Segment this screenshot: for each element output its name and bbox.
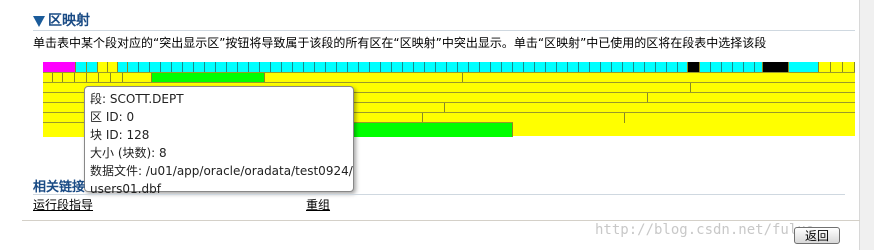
tooltip-block-id: 块 ID: 128 — [90, 128, 150, 142]
triangle-down-icon[interactable] — [33, 15, 45, 27]
extent-cell[interactable] — [76, 62, 87, 72]
extent-cell[interactable] — [98, 62, 108, 72]
extent-cell[interactable] — [789, 62, 819, 72]
selected-segment-extents[interactable] — [700, 62, 763, 72]
vertical-scrollbar[interactable] — [859, 0, 874, 250]
extent-cell[interactable] — [843, 62, 855, 72]
related-divider — [33, 194, 845, 195]
selected-segment-extents[interactable] — [128, 62, 688, 72]
run-segment-advisor-link[interactable]: 运行段指导 — [33, 196, 93, 213]
footer-divider — [22, 220, 860, 221]
tooltip-segment: 段: SCOTT.DEPT — [90, 92, 184, 106]
tooltip-datafile: 数据文件: /u01/app/oracle/oradata/test0924/ — [90, 164, 353, 178]
section-header[interactable]: 区映射 — [33, 10, 90, 30]
back-button[interactable]: 返回 — [794, 227, 840, 244]
section-title: 区映射 — [48, 13, 90, 29]
other-extent-cell[interactable] — [763, 62, 789, 72]
map-description: 单击表中某个段对应的“突出显示区”按钮将导致属于该段的所有区在“区映射”中突出显… — [33, 36, 767, 50]
extent-cell[interactable] — [108, 62, 118, 72]
title-divider — [33, 30, 855, 31]
watermark: http://blog.csdn.net/fuluo — [595, 222, 815, 238]
extent-cell[interactable] — [831, 62, 843, 72]
highlighted-extent[interactable] — [343, 123, 513, 137]
extent-cell[interactable] — [118, 62, 128, 72]
extent-cell[interactable] — [819, 62, 831, 72]
tooltip-extent-id: 区 ID: 0 — [90, 110, 135, 124]
extent-tooltip: 段: SCOTT.DEPT 区 ID: 0 块 ID: 128 大小 (块数):… — [84, 86, 354, 196]
tooltip-size: 大小 (块数): 8 — [90, 146, 167, 160]
current-extent-cell[interactable] — [43, 62, 76, 72]
related-links-title: 相关链接 — [33, 180, 86, 195]
reorganize-link[interactable]: 重组 — [306, 196, 330, 213]
other-extent-cell[interactable] — [688, 62, 700, 72]
extent-map-row — [43, 62, 855, 72]
left-frame — [0, 0, 22, 250]
extent-cell[interactable] — [87, 62, 98, 72]
extent-map-row — [43, 72, 855, 83]
